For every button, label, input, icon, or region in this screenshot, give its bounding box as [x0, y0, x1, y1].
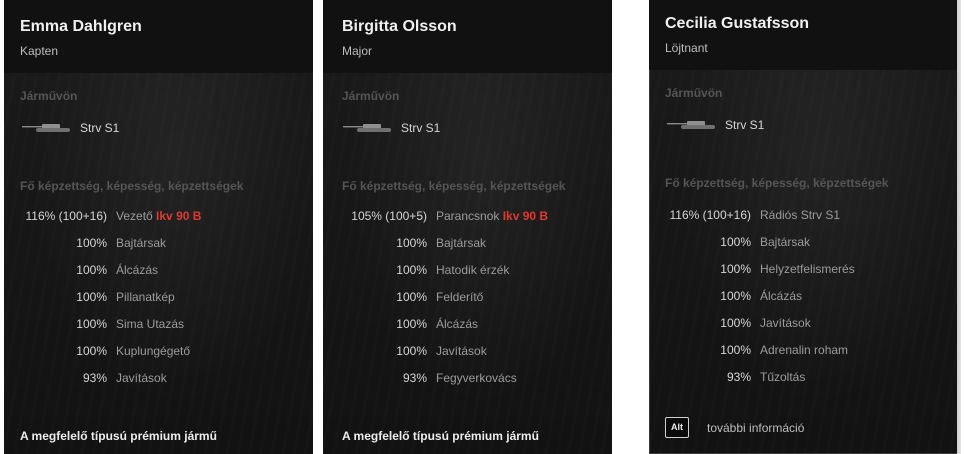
skill-row: 100% Kuplungégető [4, 344, 313, 360]
skill-row: 93% Tűzoltás [649, 370, 961, 386]
skill-percent: 93% [82, 371, 107, 385]
skill-name: Vezető [116, 209, 153, 223]
crew-name: Emma Dahlgren [20, 18, 142, 35]
skills-section-title: Fő képzettség, képesség, képzettségek [342, 179, 566, 193]
tank-icon [343, 124, 391, 132]
skill-name: Helyzetfelismerés [760, 262, 855, 276]
scrollbar[interactable] [957, 0, 961, 454]
skill-row: 100% Álcázás [323, 317, 612, 333]
skill-percent: 100% [720, 343, 751, 357]
skill-row: 100% Hatodik érzék [323, 263, 612, 279]
skill-name: Tűzoltás [760, 370, 806, 384]
skill-percent: 100% [720, 289, 751, 303]
more-info-label: további információ [707, 421, 805, 435]
skill-vehicle: Ikv 90 B [502, 209, 549, 223]
skill-vehicle: Ikv 90 B [156, 209, 202, 223]
skill-row: 100% Álcázás [649, 289, 961, 305]
skill-row: 100% Bajtársak [4, 236, 313, 252]
skill-percent: 100% [396, 236, 427, 250]
vehicle-section-title: Járművön [342, 89, 400, 103]
skill-name: Rádiós Strv S1 [760, 208, 841, 222]
crew-rank: Löjtnant [665, 41, 708, 55]
skill-percent: 100% [396, 344, 427, 358]
skill-row: 100% Helyzetfelismerés [649, 262, 961, 278]
crew-card-1: Emma Dahlgren Kapten Járművön Strv S1 Fő… [4, 0, 313, 454]
skill-percent: 116% (100+16) [669, 208, 751, 222]
skill-percent: 105% (100+5) [351, 209, 427, 223]
skill-name: Sima Utazás [116, 317, 185, 331]
skill-percent: 100% [76, 344, 107, 358]
skill-percent: 100% [76, 317, 107, 331]
skill-row: 116% (100+16) Vezető Ikv 90 B [4, 209, 313, 225]
skill-row: 100% Sima Utazás [4, 317, 313, 333]
skill-row: 93% Javítások [4, 371, 313, 387]
skill-name: Pillanatkép [116, 290, 175, 304]
vehicle-section-title: Járművön [665, 86, 723, 100]
vehicle-name: Strv S1 [401, 121, 441, 135]
skill-row: 100% Adrenalin roham [649, 343, 961, 359]
skill-name: Bajtársak [436, 236, 487, 250]
crew-rank: Kapten [20, 44, 59, 58]
skill-name: Javítások [116, 371, 167, 385]
skill-name: Fegyverkovács [436, 371, 517, 385]
premium-title: A megfelelő típusú prémium jármű [20, 429, 217, 443]
skill-row: 100% Pillanatkép [4, 290, 313, 306]
vehicle-name: Strv S1 [80, 121, 120, 135]
skill-name: Bajtársak [760, 235, 811, 249]
skill-percent: 100% [76, 236, 107, 250]
skill-name: Hatodik érzék [436, 263, 510, 277]
skill-name: Javítások [760, 316, 811, 330]
skill-row: 93% Fegyverkovács [323, 371, 612, 387]
skill-row: 100% Javítások [323, 344, 612, 360]
skill-row: 100% Felderítő [323, 290, 612, 306]
skill-name: Bajtársak [116, 236, 167, 250]
card-header: Cecilia Gustafsson Löjtnant [649, 0, 961, 70]
skill-row: 100% Álcázás [4, 263, 313, 279]
skill-name: Adrenalin roham [760, 343, 849, 357]
skill-name: Álcázás [436, 317, 479, 331]
skill-percent: 100% [720, 262, 751, 276]
premium-title: A megfelelő típusú prémium jármű [342, 429, 539, 443]
skill-name: Javítások [436, 344, 487, 358]
skill-percent: 116% (100+16) [25, 209, 107, 223]
skill-percent: 100% [396, 290, 427, 304]
crew-card-3: Cecilia Gustafsson Löjtnant Járművön Str… [649, 0, 961, 454]
skill-percent: 100% [76, 290, 107, 304]
skills-section-title: Fő képzettség, képesség, képzettségek [20, 179, 244, 193]
skill-percent: 100% [396, 263, 427, 277]
skill-name: Kuplungégető [116, 344, 191, 358]
skill-name: Felderítő [436, 290, 484, 304]
card-header: Birgitta Olsson Major [323, 0, 612, 73]
skill-row: 100% Bajtársak [323, 236, 612, 252]
skill-name: Álcázás [116, 263, 159, 277]
skill-row: 100% Bajtársak [649, 235, 961, 251]
skill-row: 116% (100+16) Rádiós Strv S1 [649, 208, 961, 224]
card-header: Emma Dahlgren Kapten [4, 0, 313, 73]
skill-percent: 93% [402, 371, 427, 385]
vehicle-name: Strv S1 [725, 118, 765, 132]
skill-percent: 100% [76, 263, 107, 277]
skill-row: 100% Javítások [649, 316, 961, 332]
crew-rank: Major [342, 44, 373, 58]
crew-name: Cecilia Gustafsson [665, 15, 810, 32]
tank-icon [667, 121, 715, 129]
skill-row: 105% (100+5) Parancsnok Ikv 90 B [323, 209, 612, 225]
crew-name: Birgitta Olsson [342, 18, 457, 35]
tank-icon [22, 124, 70, 132]
crew-card-2: Birgitta Olsson Major Járművön Strv S1 F… [323, 0, 612, 454]
skill-percent: 93% [726, 370, 751, 384]
vehicle-section-title: Járművön [20, 89, 78, 103]
skill-percent: 100% [720, 316, 751, 330]
skills-section-title: Fő képzettség, képesség, képzettségek [665, 176, 889, 190]
skill-percent: 100% [396, 317, 427, 331]
skill-name: Parancsnok [436, 209, 500, 223]
skill-name: Álcázás [760, 289, 803, 303]
skill-percent: 100% [720, 235, 751, 249]
alt-key-icon: Alt [665, 417, 689, 438]
